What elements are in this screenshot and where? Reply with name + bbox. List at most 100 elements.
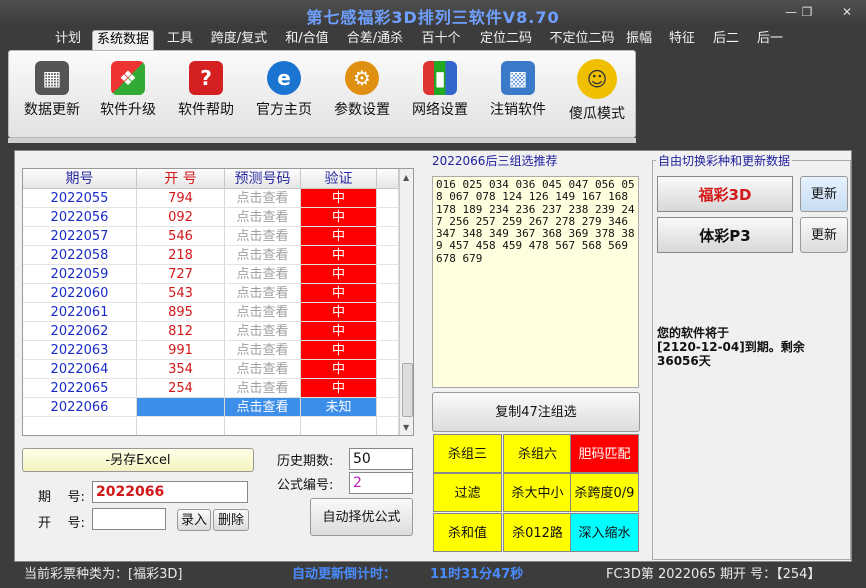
menu-tools[interactable]: 工具 [162,30,198,50]
open-number-field[interactable] [92,508,166,530]
expiry-line1: 您的软件将于 [657,326,730,340]
simple-mode-button[interactable]: ☺ 傻瓜模式 [561,55,633,133]
table-row[interactable]: 2022055 794 点击查看中 [23,189,399,208]
column-header-verify[interactable]: 验证 [301,169,377,189]
issue-cell: 2022062 [23,322,137,341]
software-upgrade-button[interactable]: ❖ 软件升级 [93,55,163,133]
formula-number-field[interactable] [349,472,413,494]
official-homepage-button[interactable]: e 官方主页 [249,55,319,133]
scroll-down-icon[interactable]: ▼ [403,423,409,432]
prediction-link[interactable]: 点击查看 [225,398,301,417]
network-settings-button[interactable]: ▮ 网络设置 [405,55,475,133]
row-filler [377,303,399,322]
prediction-link[interactable]: 点击查看 [225,227,301,246]
kill-012-button[interactable]: 杀012路 [503,513,572,552]
table-row[interactable]: 2022066 点击查看 未知 [23,398,399,417]
draw-number-cell: 354 [137,360,225,379]
bars-icon: ▮ [423,61,457,95]
table-scrollbar[interactable]: ▲ ▼ [399,169,413,435]
menu-nonposition-pair[interactable]: 不定位二码 [544,30,620,50]
draw-history-table[interactable]: 期号 开 号 预测号码 验证 2022055 794 点击查看中 2022056 092… [22,168,414,436]
prediction-link[interactable]: 点击查看 [225,303,301,322]
table-row[interactable]: 2022065 254 点击查看中 [23,379,399,398]
menu-span[interactable]: 跨度/复式 [206,30,272,50]
close-icon[interactable]: ✕ [836,4,858,20]
menu-last-one[interactable]: 后一 [752,30,788,50]
auto-formula-button[interactable]: 自动择优公式 [310,498,413,536]
bold-code-match-button[interactable]: 胆码匹配 [570,434,639,473]
update-fc3d-button[interactable]: 更新 [800,176,848,212]
prediction-link[interactable]: 点击查看 [225,265,301,284]
delete-button[interactable]: 删除 [213,509,249,531]
prediction-link[interactable]: 点击查看 [225,189,301,208]
prediction-link[interactable]: 点击查看 [225,284,301,303]
deep-reduce-button[interactable]: 深入缩水 [570,513,639,552]
p3-button[interactable]: 体彩P3 [657,217,793,253]
table-row[interactable]: 2022063 991 点击查看中 [23,341,399,360]
maximize-icon[interactable]: ❐ [796,4,818,20]
menu-plan[interactable]: 计划 [50,30,86,50]
table-row[interactable]: 2022064 354 点击查看中 [23,360,399,379]
column-header-blank [377,169,399,189]
column-header-issue[interactable]: 期号 [23,169,137,189]
menu-last-two[interactable]: 后二 [708,30,744,50]
prediction-link[interactable]: 点击查看 [225,379,301,398]
table-row[interactable]: 2022062 812 点击查看中 [23,322,399,341]
update-p3-button[interactable]: 更新 [800,217,848,253]
logout-software-button[interactable]: ▩ 注销软件 [483,55,553,133]
enter-button[interactable]: 录入 [177,509,211,531]
verify-cell: 中 [301,208,377,227]
data-update-button[interactable]: ▦ 数据更新 [17,55,87,133]
table-row[interactable]: 2022057 546 点击查看中 [23,227,399,246]
kill-group3-button[interactable]: 杀组三 [433,434,502,473]
history-count-field[interactable] [349,448,413,470]
table-row[interactable]: 2022060 543 点击查看中 [23,284,399,303]
menu-system-data[interactable]: 系统数据 [92,30,154,50]
table-row[interactable]: 2022059 727 点击查看中 [23,265,399,284]
kill-group6-button[interactable]: 杀组六 [503,434,572,473]
menu-sum[interactable]: 和/合值 [280,30,334,50]
prediction-link[interactable]: 点击查看 [225,246,301,265]
prediction-link[interactable]: 点击查看 [225,341,301,360]
scroll-up-icon[interactable]: ▲ [403,173,409,182]
column-header-draw[interactable]: 开 号 [137,169,225,189]
fc3d-button[interactable]: 福彩3D [657,176,793,212]
issue-cell: 2022057 [23,227,137,246]
help-icon: ? [189,61,223,95]
menu-amplitude[interactable]: 振幅 [622,30,656,50]
row-filler [377,360,399,379]
parameter-settings-button[interactable]: ⚙ 参数设置 [327,55,397,133]
draw-number-cell [137,398,225,417]
lottery-switch-title: 自由切换彩种和更新数据 [656,152,793,169]
recommend-textarea[interactable]: 016 025 034 036 045 047 056 058 067 078 … [432,176,639,388]
draw-number-cell: 254 [137,379,225,398]
export-excel-button[interactable]: -另存Excel [22,448,254,472]
expiry-line3: 36056天 [657,354,711,368]
title-bar: 第七感福彩3D排列三软件V8.70 — ❐ ✕ [0,0,866,28]
kill-sum-button[interactable]: 杀和值 [433,513,502,552]
prediction-link[interactable]: 点击查看 [225,322,301,341]
kill-size-button[interactable]: 杀大中小 [503,473,572,512]
issue-cell: 2022055 [23,189,137,208]
menu-diff[interactable]: 合差/通杀 [342,30,408,50]
menu-feature[interactable]: 特征 [664,30,700,50]
table-row[interactable]: 2022056 092 点击查看中 [23,208,399,227]
issue-field[interactable] [92,481,248,503]
table-row[interactable]: 2022061 895 点击查看中 [23,303,399,322]
menu-digits[interactable]: 百十个 [416,30,466,50]
verify-cell: 中 [301,360,377,379]
menu-position-pair[interactable]: 定位二码 [474,30,538,50]
filter-button[interactable]: 过滤 [433,473,502,512]
software-help-button[interactable]: ? 软件帮助 [171,55,241,133]
prediction-link[interactable]: 点击查看 [225,360,301,379]
table-row[interactable]: 2022058 218 点击查看中 [23,246,399,265]
kill-span-button[interactable]: 杀跨度0/9 [570,473,639,512]
scroll-thumb[interactable] [402,363,413,417]
prediction-link[interactable]: 点击查看 [225,208,301,227]
draw-number-cell: 895 [137,303,225,322]
copy-combos-button[interactable]: 复制47注组选 [432,392,640,432]
app-title: 第七感福彩3D排列三软件V8.70 [306,8,560,27]
column-header-prediction[interactable]: 预测号码 [225,169,301,189]
issue-cell: 2022065 [23,379,137,398]
formula-label: 公式编号: [277,478,334,493]
